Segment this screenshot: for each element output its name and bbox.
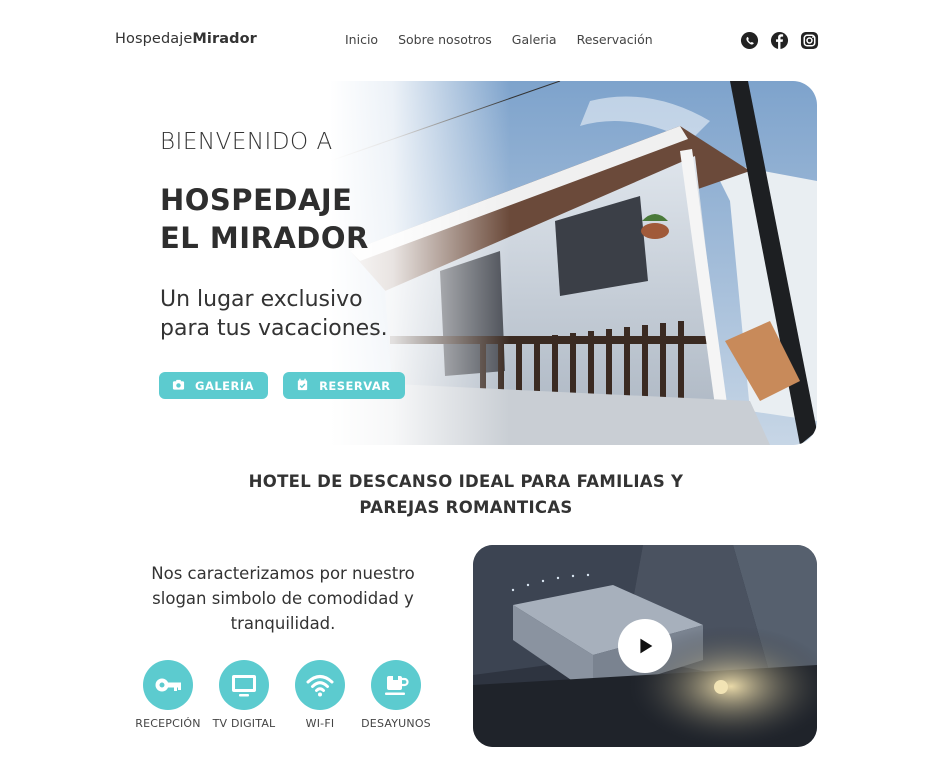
reserve-button[interactable]: RESERVAR: [283, 372, 405, 399]
reserve-button-label: RESERVAR: [319, 378, 391, 393]
intro-text: Nos caracterizamos por nuestro slogan si…: [120, 561, 446, 636]
nav-link-sobre-nosotros[interactable]: Sobre nosotros: [398, 32, 492, 47]
gallery-button-label: GALERÍA: [195, 378, 255, 393]
whatsapp-icon[interactable]: [740, 31, 759, 50]
hero-text-block: BIENVENIDO A HOSPEDAJE EL MIRADOR Un lug…: [160, 129, 388, 343]
tagline-line1: HOTEL DE DESCANSO IDEAL PARA FAMILIAS Y: [248, 472, 684, 491]
features-list: RECEPCIÓN TV DIGITAL WI-FI DESAYUNOS: [128, 660, 432, 730]
hero-subtitle: Un lugar exclusivo para tus vacaciones.: [160, 285, 388, 343]
intro-line2: slogan simbolo de comodidad y: [152, 589, 414, 608]
instagram-icon[interactable]: [800, 31, 819, 50]
feature-tv: TV DIGITAL: [204, 660, 284, 730]
tv-icon: [219, 660, 269, 710]
intro-line1: Nos caracterizamos por nuestro: [151, 564, 415, 583]
hero-subtitle-line2: para tus vacaciones.: [160, 316, 388, 341]
calendar-check-icon: [296, 378, 309, 394]
nav-link-galeria[interactable]: Galeria: [512, 32, 557, 47]
hero-title-line2: EL MIRADOR: [160, 221, 369, 255]
intro-line3: tranquilidad.: [230, 614, 336, 633]
feature-wifi: WI-FI: [280, 660, 360, 730]
nav-link-inicio[interactable]: Inicio: [345, 32, 378, 47]
play-button[interactable]: [618, 619, 672, 673]
logo-light-text: Hospedaje: [115, 31, 193, 47]
coffee-cup-icon: [371, 660, 421, 710]
key-icon: [143, 660, 193, 710]
main-nav: Inicio Sobre nosotros Galeria Reservació…: [345, 32, 653, 47]
tagline-line2: PAREJAS ROMANTICAS: [359, 498, 573, 517]
hero-pretitle: BIENVENIDO A: [160, 129, 333, 155]
feature-reception: RECEPCIÓN: [128, 660, 208, 730]
hero-section: BIENVENIDO A HOSPEDAJE EL MIRADOR Un lug…: [115, 81, 817, 445]
tagline-heading: HOTEL DE DESCANSO IDEAL PARA FAMILIAS Y …: [0, 469, 932, 521]
hero-title-line1: HOSPEDAJE: [160, 183, 353, 217]
video-player[interactable]: [473, 545, 817, 747]
camera-icon: [172, 378, 185, 394]
feature-label: TV DIGITAL: [212, 717, 276, 730]
feature-label: DESAYUNOS: [361, 717, 431, 730]
feature-label: RECEPCIÓN: [135, 717, 201, 730]
gallery-button[interactable]: GALERÍA: [159, 372, 269, 399]
site-logo[interactable]: HospedajeMirador: [115, 31, 257, 47]
hero-title: HOSPEDAJE EL MIRADOR: [160, 181, 388, 257]
nav-link-reservacion[interactable]: Reservación: [577, 32, 653, 47]
play-icon: [640, 638, 653, 654]
logo-bold-text: Mirador: [192, 31, 257, 47]
facebook-icon[interactable]: [770, 31, 789, 50]
hero-buttons: GALERÍA RESERVAR: [159, 372, 405, 399]
feature-breakfast: DESAYUNOS: [356, 660, 436, 730]
feature-label: WI-FI: [305, 717, 335, 730]
site-header: HospedajeMirador Inicio Sobre nosotros G…: [0, 0, 932, 80]
hero-subtitle-line1: Un lugar exclusivo: [160, 287, 363, 312]
wifi-icon: [295, 660, 345, 710]
social-links: [740, 31, 819, 50]
